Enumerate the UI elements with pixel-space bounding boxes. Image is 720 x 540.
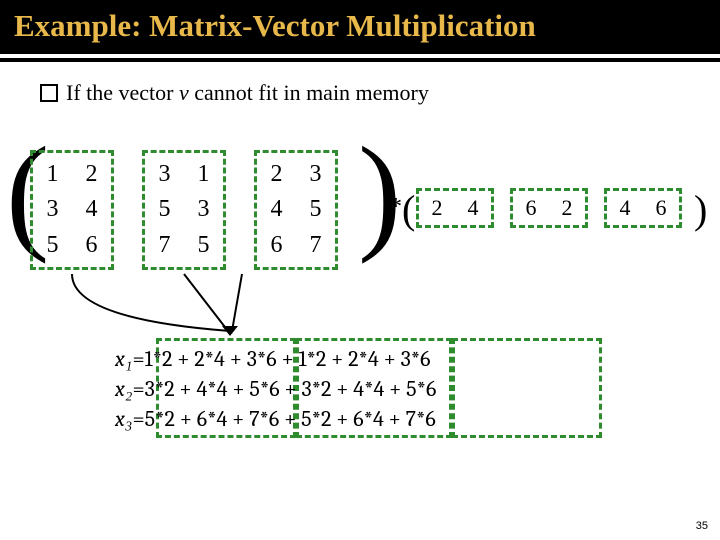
vector-right-paren: )	[694, 186, 707, 233]
bullet-text-pre: If the vector	[66, 80, 179, 105]
vector-left-paren: (	[402, 186, 415, 233]
matrix-block-2: 31 53 75	[142, 150, 226, 270]
slide-title: Example: Matrix-Vector Multiplication	[0, 0, 720, 58]
matrix-block-1: 12 34 56	[30, 150, 114, 270]
bullet-icon	[40, 84, 58, 102]
equations: x₁=1*2 + 2*4 + 3*6 + 1*2 + 2*4 + 3*6 x₂=…	[115, 344, 436, 434]
bullet-line: If the vector v cannot fit in main memor…	[40, 80, 720, 106]
vector-block-3: 46	[604, 188, 682, 228]
multiply-symbol: *	[390, 194, 402, 221]
bullet-text-post: cannot fit in main memory	[189, 80, 429, 105]
equation-box-3	[452, 338, 602, 438]
diagram-area: ( 12 34 56 31 53 75 23 45 67 ) * ( 24 62…	[0, 124, 720, 474]
matrix-right-paren: )	[358, 128, 401, 258]
bullet-vec: v	[179, 80, 189, 105]
matrix-block-3: 23 45 67	[254, 150, 338, 270]
vector-block-2: 62	[510, 188, 588, 228]
vector-block-1: 24	[416, 188, 494, 228]
page-number: 35	[696, 520, 708, 532]
